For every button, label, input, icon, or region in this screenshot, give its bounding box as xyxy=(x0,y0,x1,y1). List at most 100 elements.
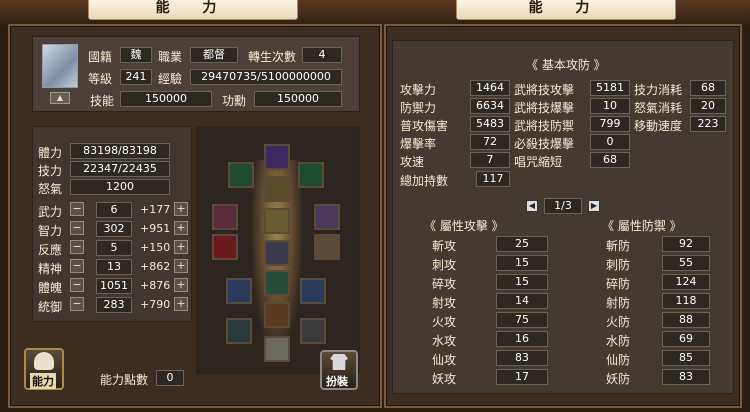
equip-slot[interactable] xyxy=(212,204,238,230)
equip-slot[interactable] xyxy=(264,240,290,266)
equip-slot[interactable] xyxy=(264,336,290,362)
stat-label: 武將技攻擊 xyxy=(514,83,575,97)
equip-slot[interactable] xyxy=(298,162,324,188)
defense-label: 刺防 xyxy=(606,258,631,272)
stat-label: 技力消耗 xyxy=(634,83,683,97)
stat-label: 防禦力 xyxy=(400,101,437,115)
attr-label: 武力 xyxy=(38,205,63,219)
equip-slot[interactable] xyxy=(314,204,340,230)
minus-button[interactable]: − xyxy=(70,259,84,273)
attack-value: 83 xyxy=(496,350,548,366)
avatar-arrow-icon[interactable]: ▲ xyxy=(50,92,70,104)
guild-label: 國籍 xyxy=(88,50,113,64)
attr-label: 反應 xyxy=(38,243,63,257)
attack-label: 火攻 xyxy=(432,315,457,329)
rage-label: 怒氣 xyxy=(38,182,63,196)
attack-label: 水攻 xyxy=(432,334,457,348)
stat-value: 5181 xyxy=(590,80,630,96)
attack-label: 斬攻 xyxy=(432,239,457,253)
stat-label: 唱咒縮短 xyxy=(514,155,563,169)
stat-label: 爆擊率 xyxy=(400,137,437,151)
equip-slot[interactable] xyxy=(264,302,290,328)
stat-label: 移動速度 xyxy=(634,119,683,133)
page-indicator: 1/3 xyxy=(544,198,582,214)
equip-slot[interactable] xyxy=(314,234,340,260)
shirt-icon xyxy=(330,354,348,370)
guild-value: 魏 xyxy=(120,47,152,63)
stat-value: 0 xyxy=(590,134,630,150)
attr-label: 體魄 xyxy=(38,281,63,295)
equip-slot[interactable] xyxy=(226,278,252,304)
stat-value: 799 xyxy=(590,116,630,132)
hp-label: 體力 xyxy=(38,146,63,160)
equip-slot[interactable] xyxy=(264,270,290,296)
stat-label: 必殺技爆擊 xyxy=(514,137,575,151)
stat-value: 1464 xyxy=(470,80,510,96)
equip-slot[interactable] xyxy=(300,278,326,304)
avatar xyxy=(42,44,78,88)
equip-slot[interactable] xyxy=(226,318,252,344)
attr-label: 智力 xyxy=(38,224,63,238)
plus-button[interactable]: + xyxy=(174,297,188,311)
rebirth-value: 4 xyxy=(302,47,342,63)
defense-value: 83 xyxy=(662,369,710,385)
equip-slot[interactable] xyxy=(264,144,290,170)
attack-label: 碎攻 xyxy=(432,277,457,291)
mp-value: 22347/22435 xyxy=(70,161,170,177)
job-label: 職業 xyxy=(158,50,183,64)
stat-value: 5483 xyxy=(470,116,510,132)
equip-slot[interactable] xyxy=(300,318,326,344)
attack-value: 14 xyxy=(496,293,548,309)
job-value: 都督 xyxy=(190,47,238,63)
plus-button[interactable]: + xyxy=(174,202,188,216)
defense-label: 斬防 xyxy=(606,239,631,253)
defense-value: 92 xyxy=(662,236,710,252)
attr-bonus: +790 xyxy=(140,298,171,311)
attack-label: 妖攻 xyxy=(432,372,457,386)
attr-value: 5 xyxy=(96,240,132,256)
attr-label: 精神 xyxy=(38,262,63,276)
stat-label: 武將技爆擊 xyxy=(514,101,575,115)
defense-value: 88 xyxy=(662,312,710,328)
attr-value: 283 xyxy=(96,297,132,313)
dress-button-label: 扮裝 xyxy=(326,375,348,388)
attack-label: 射攻 xyxy=(432,296,457,310)
plus-button[interactable]: + xyxy=(174,259,188,273)
defense-value: 124 xyxy=(662,274,710,290)
minus-button[interactable]: − xyxy=(70,221,84,235)
plus-button[interactable]: + xyxy=(174,240,188,254)
exp-value: 29470735/5100000000 xyxy=(190,69,342,85)
defense-header: 《 屬性防禦 》 xyxy=(602,219,682,233)
plus-button[interactable]: + xyxy=(174,278,188,292)
defense-label: 碎防 xyxy=(606,277,631,291)
stat-value: 223 xyxy=(690,116,726,132)
minus-button[interactable]: − xyxy=(70,202,84,216)
equip-slot[interactable] xyxy=(264,208,290,234)
attr-value: 6 xyxy=(96,202,132,218)
rebirth-label: 轉生次數 xyxy=(248,50,297,64)
basic-header: 《 基本攻防 》 xyxy=(526,58,606,72)
next-page-button[interactable]: ▶ xyxy=(588,200,600,212)
stat-label: 武將技防禦 xyxy=(514,119,575,133)
level-label: 等級 xyxy=(88,72,113,86)
minus-button[interactable]: − xyxy=(70,240,84,254)
defense-label: 水防 xyxy=(606,334,631,348)
stat-label: 怒氣消耗 xyxy=(634,101,683,115)
equip-slot[interactable] xyxy=(228,162,254,188)
defense-value: 55 xyxy=(662,255,710,271)
mp-label: 技力 xyxy=(38,164,63,178)
minus-button[interactable]: − xyxy=(70,278,84,292)
equip-slot[interactable] xyxy=(212,234,238,260)
minus-button[interactable]: − xyxy=(70,297,84,311)
attack-label: 仙攻 xyxy=(432,353,457,367)
stat-value: 20 xyxy=(690,98,726,114)
plus-button[interactable]: + xyxy=(174,221,188,235)
stat-value: 7 xyxy=(470,152,510,168)
merit-value: 150000 xyxy=(254,91,342,107)
exp-label: 經驗 xyxy=(158,72,183,86)
equip-slot[interactable] xyxy=(264,176,290,202)
prev-page-button[interactable]: ◀ xyxy=(526,200,538,212)
stat-label: 攻速 xyxy=(400,155,425,169)
attr-bonus: +876 xyxy=(140,279,171,292)
stat-value: 117 xyxy=(476,171,510,187)
